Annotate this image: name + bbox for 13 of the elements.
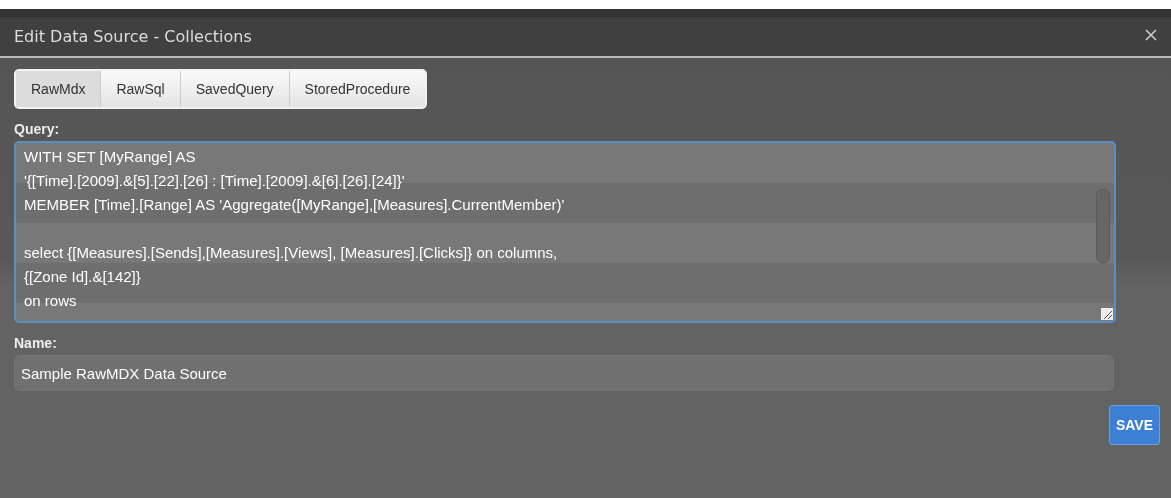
tab[interactable]: StoredProcedure xyxy=(289,71,426,107)
window-title: Edit Data Source - Collections xyxy=(14,27,252,46)
name-field[interactable]: Sample RawMDX Data Source xyxy=(14,355,1114,391)
tab[interactable]: RawSql xyxy=(101,71,181,107)
scrollbar-thumb[interactable] xyxy=(1096,189,1110,263)
field-label: Name: xyxy=(14,335,58,351)
tab[interactable]: RawMdx xyxy=(16,71,102,107)
save-button[interactable]: SAVE xyxy=(1108,405,1160,445)
resize-grip-icon[interactable] xyxy=(1101,308,1113,320)
close-icon[interactable] xyxy=(1145,28,1157,41)
field-label: Query: xyxy=(14,121,61,137)
tab[interactable]: SavedQuery xyxy=(180,71,290,107)
query-field[interactable]: WITH SET [MyRange] AS '{[Time].[2009].&[5].[22].[26] : [Time].[2009].&[6].[26].[24]}' MEMBER [Time].[Range] AS 'Aggregate([MyRange],[Measures].CurrentMember)' select {[Measures].[Sends],[Measures].[Views], [Measures].[Clicks]} on columns, {[Zone Id].&[142]} on rows xyxy=(14,141,1116,323)
